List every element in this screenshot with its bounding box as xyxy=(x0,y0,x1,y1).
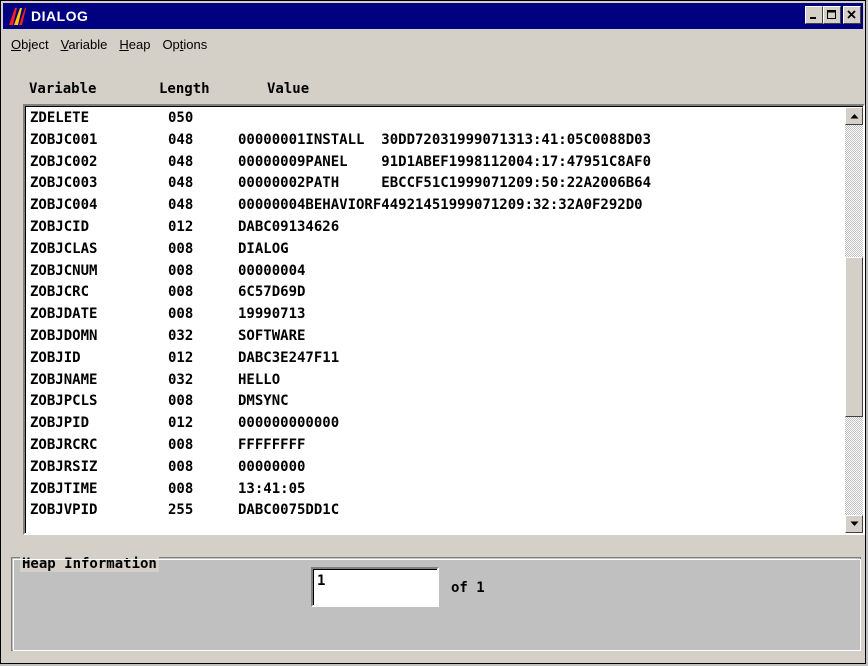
length-cell: 048 xyxy=(168,131,194,148)
variable-name-cell: ZOBJCLAS xyxy=(30,240,98,257)
header-length: Length xyxy=(159,81,210,97)
length-cell: 255 xyxy=(168,502,194,519)
menu-object[interactable]: Object xyxy=(3,37,55,52)
variable-name-cell: ZOBJPCLS xyxy=(30,393,98,410)
variable-name-cell: ZOBJCNUM xyxy=(30,262,98,279)
arrow-down-icon xyxy=(850,521,858,526)
scrollbar-thumb[interactable] xyxy=(845,257,863,417)
scroll-up-button[interactable] xyxy=(845,107,863,125)
variable-name-cell: ZOBJPID xyxy=(30,415,90,432)
length-cell: 008 xyxy=(168,284,194,301)
length-cell: 032 xyxy=(168,328,194,344)
length-cell: 048 xyxy=(168,197,194,214)
value-cell: 19990713 xyxy=(238,306,306,323)
length-cell: 008 xyxy=(168,437,194,453)
length-cell: 008 xyxy=(168,393,194,410)
value-cell: 00000004 xyxy=(238,262,306,279)
close-button[interactable] xyxy=(843,6,861,24)
variable-list[interactable]: ZDELETE 050 ZOBJC001 048 00000001INSTALL 30D… xyxy=(23,104,865,535)
variable-name-cell: ZOBJCID xyxy=(30,219,90,235)
value-cell: DABC0075DD1C xyxy=(238,502,340,519)
value-cell: 00000002PATH EBCCF51C1999071209:50:22A20… xyxy=(238,175,652,192)
value-cell: 000000000000 xyxy=(238,415,340,432)
value-cell: 6C57D69D xyxy=(238,284,306,301)
variable-name-cell: ZOBJRCRC xyxy=(30,437,98,453)
length-cell: 008 xyxy=(168,240,194,257)
title-bar[interactable]: DIALOG xyxy=(3,3,863,29)
maximize-button[interactable] xyxy=(823,6,841,24)
menu-heap[interactable]: Heap xyxy=(113,37,156,52)
variable-name-cell: ZOBJDOMN xyxy=(30,328,98,344)
variable-name-cell: ZOBJC002 xyxy=(30,153,98,170)
close-icon xyxy=(847,10,856,19)
header-variable: Variable xyxy=(29,81,97,97)
length-cell: 048 xyxy=(168,175,194,192)
variable-name-cell: ZOBJRSIZ xyxy=(30,458,98,475)
heap-number-input[interactable]: 1 xyxy=(311,567,439,607)
header-value: Value xyxy=(267,81,310,97)
vertical-scrollbar[interactable] xyxy=(845,107,863,533)
window-title: DIALOG xyxy=(31,8,89,24)
length-cell: 008 xyxy=(168,306,194,323)
value-cell: DABC09134626 xyxy=(238,219,340,235)
length-cell: 012 xyxy=(168,415,194,432)
length-cell: 012 xyxy=(168,219,194,235)
variable-name-cell: ZOBJDATE xyxy=(30,306,98,323)
scroll-down-button[interactable] xyxy=(845,515,863,533)
menu-bar: Object Variable Heap Options xyxy=(3,31,863,57)
value-cell: 00000001INSTALL 30DD72031999071313:41:05… xyxy=(238,131,652,148)
variable-name-cell: ZOBJC003 xyxy=(30,175,98,192)
variable-name-cell: ZDELETE xyxy=(30,110,90,126)
length-cell: 008 xyxy=(168,262,194,279)
value-cell: 00000004BEHAVIORF44921451999071209:32:32… xyxy=(238,197,643,214)
length-cell: 008 xyxy=(168,480,194,497)
value-cell: 00000009PANEL 91D1ABEF1998112004:17:4795… xyxy=(238,153,652,170)
minimize-icon xyxy=(810,17,816,19)
value-cell: 13:41:05 xyxy=(238,480,306,497)
maximize-icon xyxy=(827,10,836,19)
value-cell: DIALOG xyxy=(238,240,289,257)
app-logo-icon xyxy=(9,8,26,25)
value-cell: DABC3E247F11 xyxy=(238,349,340,366)
heap-information-label: Heap Information xyxy=(20,556,159,572)
variable-name-cell: ZOBJNAME xyxy=(30,371,98,388)
variable-name-cell: ZOBJCRC xyxy=(30,284,90,301)
value-cell: FFFFFFFF xyxy=(238,437,306,453)
menu-variable[interactable]: Variable xyxy=(55,37,114,52)
value-cell: 00000000 xyxy=(238,458,306,475)
arrow-up-icon xyxy=(850,114,858,119)
length-cell: 012 xyxy=(168,349,194,366)
heap-of-label: of 1 xyxy=(451,580,485,596)
variable-name-cell: ZOBJVPID xyxy=(30,502,98,519)
variable-name-cell: ZOBJTIME xyxy=(30,480,98,497)
length-cell: 008 xyxy=(168,458,194,475)
value-cell: DMSYNC xyxy=(238,393,289,410)
value-cell: SOFTWARE xyxy=(238,328,306,344)
menu-options[interactable]: Options xyxy=(156,37,213,52)
length-cell: 050 xyxy=(168,110,194,126)
minimize-button[interactable] xyxy=(805,6,823,24)
value-cell: HELLO xyxy=(238,371,281,388)
variable-name-cell: ZOBJID xyxy=(30,349,81,366)
length-cell: 048 xyxy=(168,153,194,170)
length-cell: 032 xyxy=(168,371,194,388)
variable-name-cell: ZOBJC001 xyxy=(30,131,98,148)
dialog-window: DIALOG Object Variable Heap Options Vari… xyxy=(0,0,866,664)
variable-name-cell: ZOBJC004 xyxy=(30,197,98,214)
